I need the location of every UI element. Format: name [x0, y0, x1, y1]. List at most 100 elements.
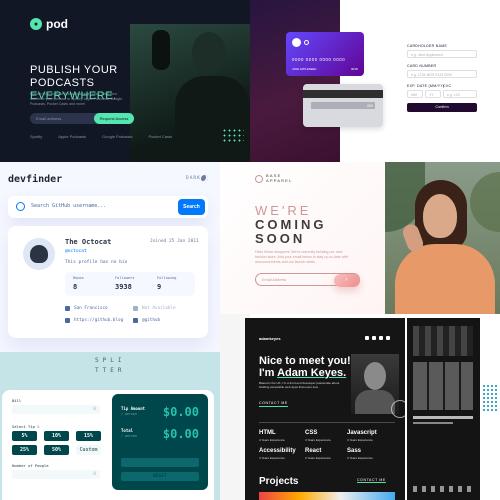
skill-accessibility-exp: 4 Years Experience [259, 456, 285, 460]
base-apparel-logo: BASE APPAREL [255, 173, 293, 183]
base-apparel-tile: BASE APPAREL WE'RE COMING SOON Hello fell… [220, 162, 385, 314]
moon-icon[interactable] [201, 175, 208, 182]
exp-year-input[interactable]: YY [425, 90, 441, 98]
tip-15-button[interactable]: 15% [76, 431, 101, 441]
building-icon [133, 318, 138, 323]
pod-logo-icon: ● [30, 18, 42, 30]
submit-arrow-button[interactable]: › [333, 273, 360, 287]
pod-logo[interactable]: ● pod [30, 17, 68, 31]
stat-repos: Repos 8 [73, 276, 84, 291]
portfolio-nav-logo[interactable]: adamkeyes [259, 336, 281, 341]
skill-html: HTML [259, 430, 276, 436]
profile-card: The Octocat @octocat Joined 25 Jan 2011 … [8, 226, 208, 338]
linkedin-icon[interactable] [379, 336, 383, 340]
total-value: $0.00 [162, 427, 199, 441]
reset-button[interactable]: RESET [121, 472, 199, 481]
stat-label: Followers [115, 276, 135, 280]
profile-stats: Repos 8 Followers 3938 Following 9 [65, 272, 195, 296]
coming-soon-heading: WE'RE COMING SOON [255, 204, 326, 246]
cardholder-input[interactable]: e.g. Jane Appleseed [407, 50, 477, 58]
tip-5-button[interactable]: 5% [12, 431, 37, 441]
skill-css: CSS [305, 430, 318, 436]
cvc-input[interactable]: e.g. 123 [443, 90, 477, 98]
github-icon[interactable] [365, 336, 369, 340]
projects-contact-link[interactable]: CONTACT ME [357, 478, 386, 483]
base-email-input[interactable]: Email Address [262, 278, 286, 282]
card-logo-circle-icon [292, 38, 301, 47]
search-button[interactable]: Search [178, 199, 205, 215]
stat-label: Following [157, 276, 177, 280]
brand-spotify: Spotify [30, 134, 43, 139]
search-icon [16, 202, 25, 211]
cvc-placeholder: e.g. 123 [447, 93, 460, 97]
company-link[interactable]: @github [133, 318, 160, 323]
pod-landing-tile: ● pod PUBLISH YOUR PODCASTS EVERYWHERE. … [0, 0, 250, 162]
twitter-text: Not Available [142, 306, 176, 311]
skill-react-exp: 3 Years Experience [305, 456, 331, 460]
devfinder-tile: devfinder DARK Search GitHub username...… [0, 162, 220, 352]
gallery-footer-icons [413, 486, 473, 492]
pod-email-form: Email address Request Access [30, 113, 134, 124]
github-search-input[interactable]: Search GitHub username... [31, 203, 106, 209]
twitter-icon[interactable] [386, 336, 390, 340]
pod-brand-list: Spotify Apple Podcasts Google Podcasts P… [30, 134, 172, 139]
portfolio-headline: Nice to meet you! I'm Adam Keyes. [259, 355, 351, 379]
people-input[interactable]: 0 [12, 470, 100, 479]
request-access-button[interactable]: Request Access [94, 113, 134, 124]
divider [259, 422, 395, 423]
exp-month-input[interactable]: MM [407, 90, 423, 98]
face-shape [423, 194, 457, 238]
location-pin-icon [65, 306, 70, 311]
card-number: 0000 0000 0000 0000 [292, 57, 346, 62]
pod-email-input[interactable]: Email address [36, 116, 61, 121]
blog-link[interactable]: https://github.blog [65, 318, 123, 323]
splitter-logo: SPLI TTER [95, 357, 126, 374]
location-text: San Francisco [74, 306, 108, 311]
tip-10-button[interactable]: 10% [44, 431, 69, 441]
brand-google-podcasts: Google Podcasts [102, 134, 133, 139]
confirm-button[interactable]: Confirm [407, 103, 477, 112]
pod-description: Upload your audio to Pod with a single c… [30, 92, 123, 106]
twitter-icon [133, 306, 138, 311]
avatar [23, 238, 55, 270]
splitter-tile: SPLI TTER Bill 0 Select Tip % 5% 10% 15%… [0, 352, 220, 500]
tip-amount-label: Tip Amount [121, 406, 146, 411]
base-email-form: Email Address › [255, 273, 360, 287]
cardholder-placeholder: e.g. Jane Appleseed [411, 53, 443, 57]
card-cvc-box [311, 102, 375, 109]
devfinder-logo: devfinder [8, 174, 63, 185]
portfolio-main-panel: adamkeyes Nice to meet you! I'm Adam Key… [245, 318, 409, 500]
gallery-caption-sub [413, 422, 453, 424]
podcaster-head-shape [192, 32, 226, 74]
tip-50-button[interactable]: 50% [44, 445, 69, 455]
portfolio-tile: adamkeyes Nice to meet you! I'm Adam Key… [220, 314, 500, 500]
card-logo-ring-icon [304, 40, 309, 45]
bill-input[interactable]: 0 [12, 405, 100, 414]
base-apparel-logo-icon [255, 174, 263, 183]
contact-me-link[interactable]: CONTACT ME [259, 401, 288, 407]
theme-toggle-label[interactable]: DARK [186, 176, 201, 181]
card-holder-name: JANE APPLESEED [292, 67, 317, 71]
people-value: 0 [93, 472, 96, 477]
portrait-head-shape [364, 362, 386, 390]
octocat-icon [30, 245, 48, 263]
exp-label: EXP. DATE (MM/YY) [407, 84, 445, 88]
tip-amount-value: $0.00 [162, 405, 199, 419]
github-search-bar: Search GitHub username... Search [8, 196, 208, 218]
profile-handle[interactable]: @octocat [65, 249, 87, 254]
cardnumber-label: CARD NUMBER [407, 64, 437, 68]
frontend-mentor-icon[interactable] [372, 336, 376, 340]
total-label: Total [121, 428, 134, 433]
skill-sass-exp: 3 Years Experience [347, 456, 373, 460]
cardnumber-input[interactable]: e.g. 1234 5678 9123 0000 [407, 70, 477, 78]
card-front: 0000 0000 0000 0000 JANE APPLESEED 00/00 [286, 32, 364, 76]
logo-line-2: APPAREL [266, 177, 293, 183]
card-back: 000 [303, 84, 383, 127]
tip-custom-input[interactable]: Custom [76, 445, 101, 455]
link-icon [65, 318, 70, 323]
skill-accessibility: Accessibility [259, 448, 296, 454]
tip-25-button[interactable]: 25% [12, 445, 37, 455]
heading-line-3: SOON [255, 231, 306, 246]
profile-joined-date: Joined 25 Jan 2011 [150, 239, 199, 244]
card-gradient-sidebar [250, 0, 340, 162]
